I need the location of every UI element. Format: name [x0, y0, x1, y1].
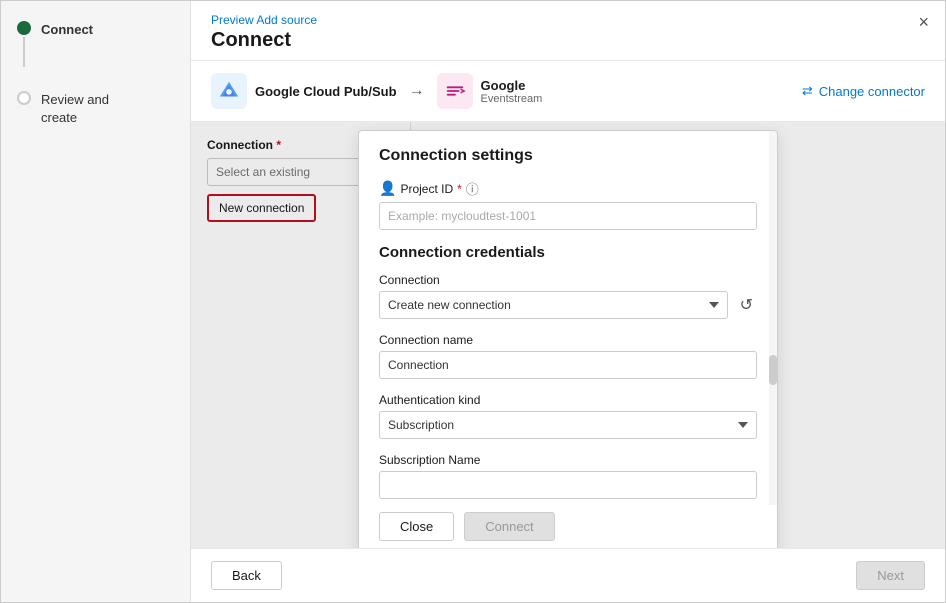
project-id-required: *: [457, 182, 462, 196]
dialog-connect-button[interactable]: Connect: [464, 512, 554, 541]
settings-overlay: Connection settings 👤 Project ID * ⓘ: [191, 122, 945, 548]
connection-name-input[interactable]: [379, 351, 757, 379]
change-connector-label: Change connector: [819, 84, 925, 99]
project-id-input[interactable]: [379, 202, 757, 230]
project-id-label: Project ID: [400, 182, 453, 196]
dialog-close-button[interactable]: Close: [379, 512, 454, 541]
connector-arrow: →: [409, 82, 425, 100]
subscription-name-label: Subscription Name: [379, 453, 480, 467]
page-header: Preview Add source Connect ×: [191, 1, 945, 61]
breadcrumb: Preview Add source: [211, 13, 925, 27]
source-label: Google Cloud Pub/Sub: [255, 84, 397, 99]
step-dot-review: [17, 91, 31, 105]
destination-name: Google: [481, 78, 543, 93]
eventstream-icon: [437, 73, 473, 109]
change-icon: ⇄: [802, 83, 813, 99]
dialog-scrollbar-thumb: [769, 355, 777, 385]
footer-right: Next: [856, 561, 925, 590]
page-title: Connect: [211, 29, 925, 52]
step-line: [23, 37, 25, 67]
dialog-scrollbar: [769, 131, 777, 505]
destination-connector: Google Eventstream: [437, 73, 543, 109]
connection-select[interactable]: Create new connection: [379, 291, 728, 319]
change-connector-button[interactable]: ⇄ Change connector: [802, 83, 925, 99]
connection-name-label: Connection name: [379, 333, 473, 347]
project-id-field: 👤 Project ID * ⓘ: [379, 179, 757, 230]
settings-dialog-footer: Close Connect: [359, 502, 777, 548]
connection-select-field: Connection Create new connection ↺: [379, 273, 757, 319]
auth-kind-label: Authentication kind: [379, 393, 480, 407]
auth-kind-field: Authentication kind Subscription: [379, 393, 757, 439]
connection-label: Connection: [379, 273, 440, 287]
gcp-icon: [211, 73, 247, 109]
auth-kind-select[interactable]: Subscription: [379, 411, 757, 439]
sidebar: Connect Review and create: [1, 1, 191, 602]
connection-settings-title: Connection settings: [379, 147, 757, 165]
back-button[interactable]: Back: [211, 561, 282, 590]
subscription-name-input[interactable]: [379, 471, 757, 499]
connection-name-field: Connection name: [379, 333, 757, 379]
connector-bar: Google Cloud Pub/Sub → Google Eventstrea…: [191, 61, 945, 122]
page-footer: Back Next: [191, 548, 945, 602]
main-content: Preview Add source Connect × Google Clou…: [191, 1, 945, 602]
project-id-info-icon: ⓘ: [466, 179, 479, 198]
step-label-connect: Connect: [41, 21, 93, 39]
main-window: Connect Review and create Preview Add so…: [0, 0, 946, 603]
close-window-button[interactable]: ×: [918, 13, 929, 31]
source-connector: Google Cloud Pub/Sub: [211, 73, 397, 109]
step-dot-connect: [17, 21, 31, 35]
subscription-name-field: Subscription Name: [379, 453, 757, 499]
breadcrumb-preview[interactable]: Preview: [211, 13, 254, 27]
footer-left: Back: [211, 561, 282, 590]
step-connect: Connect: [17, 21, 174, 67]
step-label-review: Review and create: [41, 91, 109, 127]
credentials-title: Connection credentials: [379, 244, 757, 261]
breadcrumb-add-source[interactable]: Add source: [256, 13, 317, 27]
settings-dialog-content: Connection settings 👤 Project ID * ⓘ: [359, 131, 777, 502]
destination-sub: Eventstream: [481, 93, 543, 105]
destination-labels: Google Eventstream: [481, 78, 543, 105]
content-area: Connection * New connection Connection s…: [191, 122, 945, 548]
next-button[interactable]: Next: [856, 561, 925, 590]
refresh-button[interactable]: ↺: [736, 291, 757, 319]
settings-dialog: Connection settings 👤 Project ID * ⓘ: [358, 130, 778, 548]
person-icon: 👤: [379, 180, 396, 197]
connection-select-row: Create new connection ↺: [379, 291, 757, 319]
step-review: Review and create: [17, 91, 174, 127]
